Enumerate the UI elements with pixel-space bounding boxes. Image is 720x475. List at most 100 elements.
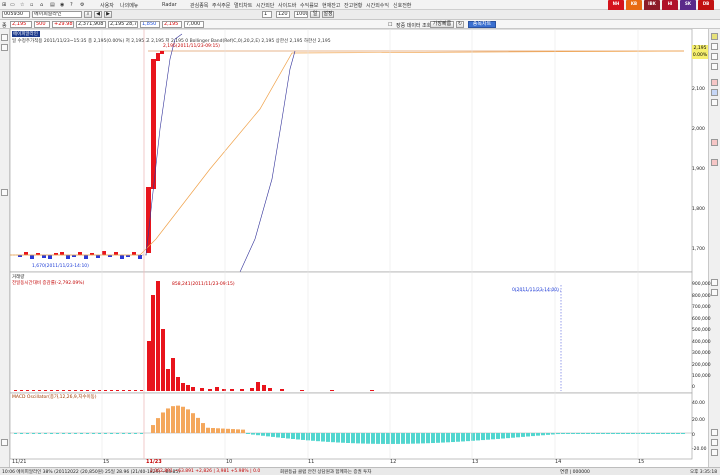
osc-bar-negative	[104, 433, 107, 434]
osc-bar-negative	[641, 433, 645, 434]
search-icon[interactable]: ⌕	[84, 11, 92, 18]
menu-holdings[interactable]: 잔고현황	[344, 2, 362, 9]
star-icon[interactable]: ☆	[20, 2, 24, 8]
volume-bar	[26, 390, 29, 391]
osc-bar-negative	[62, 433, 65, 434]
settings-button[interactable]: 설정	[322, 11, 334, 18]
osc-bar-positive	[211, 428, 215, 433]
osc-bar-negative	[631, 433, 635, 434]
menu-afterhours[interactable]: 시간외단	[256, 2, 274, 9]
price-tick: 2,100	[692, 87, 705, 92]
high-annotation: 2,195(2011/11/23-09:15)	[163, 44, 220, 49]
marker-tool-icon[interactable]	[711, 139, 718, 146]
osc-bar-negative	[416, 433, 420, 444]
price-candle	[160, 51, 164, 54]
osc-bar-negative	[521, 433, 525, 437]
fib-tool-icon[interactable]	[711, 63, 718, 70]
osc-bar-negative	[321, 433, 325, 442]
volume-bar	[161, 329, 165, 391]
window-icon[interactable]: ▭	[10, 2, 15, 8]
current-price-tag: 2,195	[692, 45, 708, 52]
grid-tool-icon[interactable]	[711, 289, 718, 296]
reset-tool-icon[interactable]	[711, 449, 718, 456]
chart-title-tab[interactable]: 에이피알라인	[12, 31, 40, 37]
osc-bar-positive	[226, 428, 230, 433]
user-icon[interactable]: ◉	[60, 2, 64, 8]
status-text-4: 연결 | 000000	[560, 470, 590, 475]
draw-tool-icon[interactable]	[711, 43, 718, 50]
mode-select[interactable]: 일	[310, 11, 320, 18]
oscillator-panel	[10, 392, 693, 460]
osc-bar-negative	[26, 433, 29, 434]
osc-bar-negative	[421, 433, 425, 444]
signal-tool-icon[interactable]	[711, 159, 718, 166]
indicator-tool-icon[interactable]	[711, 33, 718, 40]
menu-radar[interactable]: Radar	[162, 2, 177, 8]
line-tool-icon[interactable]	[1, 44, 8, 51]
price-candle	[156, 53, 160, 61]
volume-bar	[330, 390, 334, 391]
help-icon[interactable]: ?	[70, 2, 73, 8]
osc-bar-negative	[311, 433, 315, 441]
scroll-tool-icon[interactable]	[1, 439, 8, 446]
stock-code-input[interactable]: 005930	[2, 11, 30, 18]
collapse-tool-icon[interactable]	[711, 439, 718, 446]
osc-bar-positive	[186, 409, 190, 433]
oscillator-panel-frame	[10, 392, 693, 460]
fast-button[interactable]: 가장빠름	[430, 21, 454, 28]
volume-bar	[300, 390, 304, 391]
menu-order[interactable]: 주식주문	[212, 2, 230, 9]
checkbox-icon[interactable]: ☐	[388, 22, 392, 28]
home-icon[interactable]: ⌂	[40, 2, 43, 8]
chart-canvas[interactable]	[10, 29, 708, 467]
osc-bar-negative	[110, 433, 113, 434]
magnet-tool-icon[interactable]	[711, 279, 718, 286]
interval-input[interactable]: 1000	[294, 11, 308, 18]
text-tool-icon[interactable]	[711, 53, 718, 60]
volume-tick: 700,000	[692, 305, 711, 310]
current-pct-tag: 0.00%	[692, 52, 708, 59]
osc-bar-negative	[551, 433, 555, 435]
next-icon[interactable]: ▶	[104, 11, 112, 18]
volume-bar	[44, 390, 47, 391]
osc-bar-negative	[646, 433, 650, 434]
expand-tool-icon[interactable]	[711, 429, 718, 436]
print-icon[interactable]: ▤	[50, 2, 55, 8]
volume-bar	[186, 385, 190, 391]
volume-annotation: 858,241(2011/11/23-09:15)	[172, 282, 235, 287]
osc-bar-negative	[341, 433, 345, 443]
color-tool-2-icon[interactable]	[711, 89, 718, 96]
menu-sidebar[interactable]: 사이드바	[278, 2, 296, 9]
osc-bar-negative	[128, 433, 131, 434]
stock-name-input[interactable]: 에이피알라인	[32, 11, 82, 18]
settings-icon[interactable]: ⚙	[80, 2, 84, 8]
osc-bar-negative	[98, 433, 101, 434]
menu-balance[interactable]: 현재잔고	[322, 2, 340, 9]
color-tool-1-icon[interactable]	[711, 79, 718, 86]
count-input[interactable]: 120	[276, 11, 290, 18]
menu-multichart[interactable]: 멀티차트	[234, 2, 252, 9]
menu-return[interactable]: 수익률보	[300, 2, 318, 9]
volume-bar	[32, 390, 35, 391]
menu-afterreturn[interactable]: 시간외수익	[366, 2, 389, 9]
app-icon[interactable]: ⊞	[2, 2, 6, 8]
menu-watchlist[interactable]: 관심종목	[190, 2, 208, 9]
menu-signal[interactable]: 신호전환	[393, 2, 411, 9]
osc-bar-negative	[466, 433, 470, 442]
volume-bar	[110, 390, 113, 391]
zoom-tool-icon[interactable]	[1, 189, 8, 196]
menu-user[interactable]: 사용자	[100, 2, 114, 9]
timeframe-input[interactable]: 1	[262, 11, 272, 18]
osc-bar-positive	[156, 418, 160, 433]
osc-bar-negative	[496, 433, 500, 439]
lock-icon[interactable]: ▫	[30, 2, 33, 8]
erase-tool-icon[interactable]	[711, 99, 718, 106]
cursor-tool-icon[interactable]	[1, 34, 8, 41]
osc-bar-negative	[116, 433, 119, 434]
price-candle	[146, 187, 151, 253]
menu-my[interactable]: 나의메뉴	[120, 2, 138, 9]
prev-icon[interactable]: ◀	[94, 11, 102, 18]
refresh-icon[interactable]: ↻	[456, 21, 464, 28]
tab-stock-chart[interactable]: 종목차트	[468, 21, 496, 28]
volume-bar	[50, 390, 53, 391]
